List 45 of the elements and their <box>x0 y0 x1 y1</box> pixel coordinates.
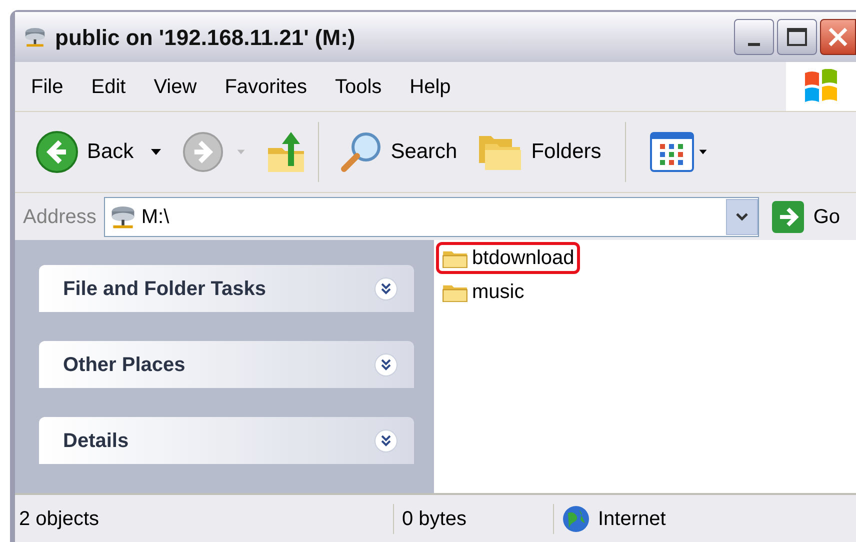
go-button[interactable]: Go <box>771 200 852 234</box>
chevron-down-icon <box>735 212 750 222</box>
task-pane-header[interactable]: File and Folder Tasks <box>39 265 414 312</box>
globe-icon <box>562 504 590 532</box>
status-object-count: 2 objects <box>18 506 100 532</box>
menu-item[interactable]: Help <box>400 72 461 102</box>
expand-icon[interactable] <box>374 352 398 376</box>
windows-logo-icon <box>802 68 840 104</box>
window-title: public on '192.168.11.21' (M:) <box>55 24 356 52</box>
folder-name: btdownload <box>472 246 574 271</box>
task-pane-title: Other Places <box>63 352 186 378</box>
close-icon <box>827 26 849 48</box>
menu-item[interactable]: File <box>21 72 74 102</box>
folder-name: music <box>472 280 524 305</box>
back-button[interactable]: Back <box>31 130 166 174</box>
task-pane-header[interactable]: Other Places <box>39 341 414 388</box>
task-pane-title: Details <box>63 428 129 454</box>
task-pane-title: File and Folder Tasks <box>63 276 266 302</box>
maximize-button[interactable] <box>777 19 817 55</box>
address-label: Address <box>23 204 96 230</box>
status-zone: Internet <box>598 506 666 532</box>
minimize-button[interactable] <box>734 19 774 55</box>
folder-item[interactable]: btdownload <box>436 242 580 274</box>
task-pane-header[interactable]: Details <box>39 417 414 464</box>
magnifier-icon <box>338 130 383 174</box>
address-value: M:\ <box>141 204 170 230</box>
up-folder-button[interactable] <box>266 130 306 174</box>
address-dropdown-button[interactable] <box>726 198 758 234</box>
menu-item[interactable]: Tools <box>324 72 392 102</box>
status-size: 0 bytes <box>393 504 553 534</box>
views-grid-icon <box>650 132 694 172</box>
views-button[interactable] <box>625 122 708 182</box>
expand-icon[interactable] <box>374 428 398 452</box>
menu-item[interactable]: View <box>144 72 207 102</box>
network-drive-icon <box>23 25 47 49</box>
expand-icon[interactable] <box>374 276 398 300</box>
folders-button[interactable]: Folders <box>477 132 602 172</box>
menu-item[interactable]: Edit <box>81 72 136 102</box>
menu-item[interactable]: Favorites <box>214 72 317 102</box>
dropdown-caret-icon[interactable] <box>150 148 162 156</box>
close-button[interactable] <box>820 19 856 55</box>
search-button[interactable]: Search <box>338 130 458 174</box>
address-field[interactable]: M:\ <box>104 196 760 236</box>
folder-item[interactable]: music <box>436 276 580 308</box>
dropdown-caret-icon[interactable] <box>698 149 708 155</box>
